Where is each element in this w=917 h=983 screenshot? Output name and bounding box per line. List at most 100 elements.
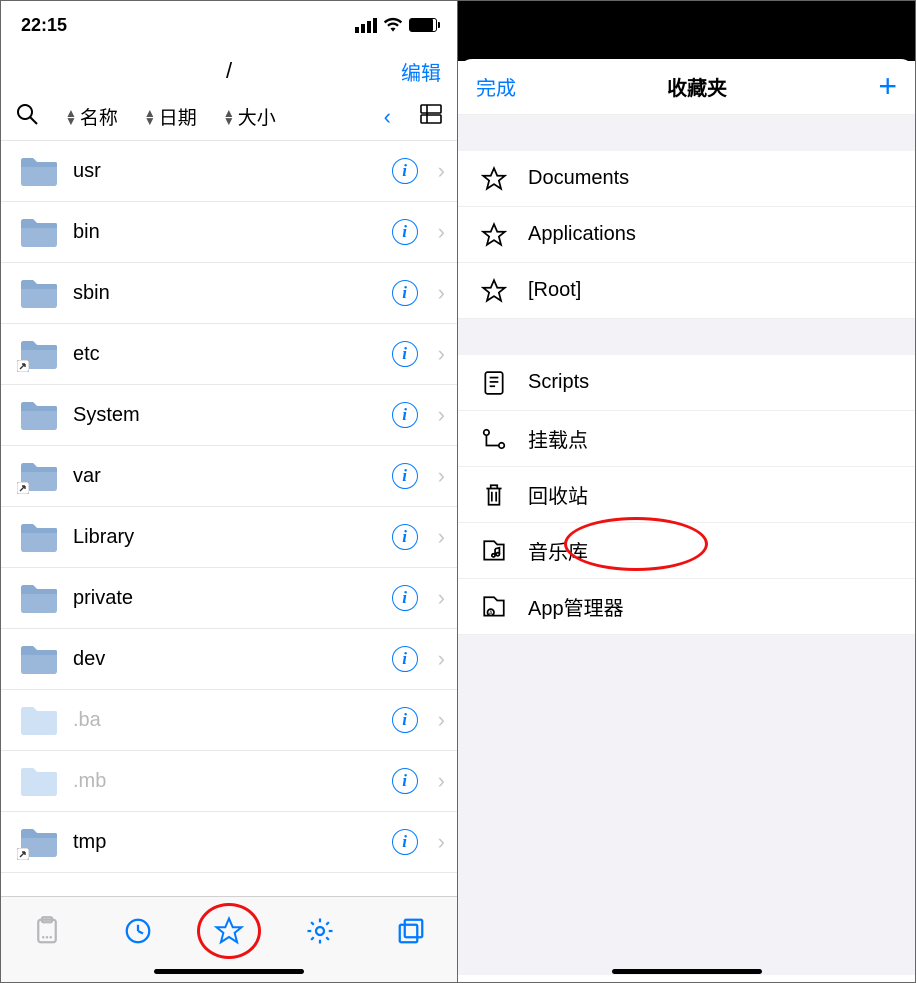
star-icon xyxy=(480,221,508,249)
search-button[interactable] xyxy=(15,102,39,131)
file-row[interactable]: usri › xyxy=(1,141,457,202)
sort-bar: ▲▼名称 ▲▼日期 ▲▼大小 ‹ xyxy=(1,93,457,141)
wifi-icon xyxy=(383,17,403,33)
sort-date-label: 日期 xyxy=(159,103,197,130)
left-phone-screen: 22:15 / 编辑 ▲▼名称 ▲▼日期 ▲▼大小 ‹ usri›bini›sb… xyxy=(0,0,458,983)
favorite-label: Scripts xyxy=(528,371,589,394)
file-row[interactable]: sbini › xyxy=(1,263,457,324)
favorite-label: App管理器 xyxy=(528,592,624,621)
star-icon xyxy=(480,277,508,305)
battery-icon xyxy=(409,18,437,32)
file-row[interactable]: .mbi› xyxy=(1,751,457,812)
favorites-group-2: Scripts挂载点回收站音乐库AApp管理器 xyxy=(458,355,915,635)
sort-date-button[interactable]: ▲▼日期 xyxy=(144,103,197,130)
info-button[interactable]: i xyxy=(392,829,418,855)
chevron-right-icon: › xyxy=(432,463,445,489)
file-row[interactable]: Systemi› xyxy=(1,385,457,446)
right-phone-screen: 完成 收藏夹 + DocumentsApplications[Root] Scr… xyxy=(458,0,916,983)
sort-name-button[interactable]: ▲▼名称 xyxy=(65,103,118,130)
info-button[interactable]: i xyxy=(392,341,418,367)
info-button[interactable]: i xyxy=(392,280,418,306)
add-button[interactable]: + xyxy=(878,68,897,105)
cellular-icon xyxy=(355,18,377,33)
clock-icon xyxy=(123,916,153,946)
file-row[interactable]: tmpi › xyxy=(1,812,457,873)
folder-icon xyxy=(19,521,59,553)
recent-button[interactable] xyxy=(118,911,158,951)
favorites-button[interactable] xyxy=(209,911,249,951)
favorite-row[interactable]: Applications xyxy=(458,207,915,263)
folder-icon xyxy=(19,155,59,187)
file-row[interactable]: bini › xyxy=(1,202,457,263)
file-row[interactable]: vari› xyxy=(1,446,457,507)
chevron-right-icon: › xyxy=(432,646,445,672)
folder-icon xyxy=(19,826,59,858)
view-mode-button[interactable] xyxy=(419,102,443,131)
clipboard-button[interactable] xyxy=(27,911,67,951)
info-button[interactable]: i xyxy=(392,158,418,184)
done-button[interactable]: 完成 xyxy=(476,72,516,101)
file-row[interactable]: privatei› xyxy=(1,568,457,629)
chevron-right-icon: › xyxy=(432,158,445,184)
file-row[interactable]: devi› xyxy=(1,629,457,690)
trash-icon xyxy=(480,481,508,509)
info-button[interactable]: i xyxy=(392,768,418,794)
favorites-sheet: 完成 收藏夹 + DocumentsApplications[Root] Scr… xyxy=(458,59,915,982)
star-icon xyxy=(480,165,508,193)
sort-size-label: 大小 xyxy=(238,103,276,130)
home-indicator[interactable] xyxy=(612,969,762,974)
favorite-row[interactable]: 挂载点 xyxy=(458,411,915,467)
favorite-label: [Root] xyxy=(528,279,581,302)
nav-bar: / 编辑 xyxy=(1,49,457,93)
folder-icon xyxy=(19,216,59,248)
chevron-right-icon: › xyxy=(432,219,445,245)
sort-size-button[interactable]: ▲▼大小 xyxy=(223,103,276,130)
favorite-row[interactable]: A App管理器 xyxy=(458,579,915,635)
chevron-right-icon: › xyxy=(432,524,445,550)
info-button[interactable]: i xyxy=(392,707,418,733)
file-row[interactable]: etci› xyxy=(1,324,457,385)
settings-button[interactable] xyxy=(300,911,340,951)
file-name: .ba xyxy=(73,709,378,732)
info-button[interactable]: i xyxy=(392,524,418,550)
favorite-label: 挂载点 xyxy=(528,424,588,453)
favorite-row[interactable]: [Root] xyxy=(458,263,915,319)
file-name: tmp xyxy=(73,831,378,854)
sheet-backdrop-top xyxy=(458,1,915,61)
appmgr-icon: A xyxy=(480,593,508,621)
favorite-row[interactable]: Documents xyxy=(458,151,915,207)
file-name: sbin xyxy=(73,282,378,305)
info-button[interactable]: i xyxy=(392,402,418,428)
favorite-row[interactable]: Scripts xyxy=(458,355,915,411)
windows-button[interactable] xyxy=(391,911,431,951)
chevron-right-icon: › xyxy=(432,829,445,855)
file-row[interactable]: Library i › xyxy=(1,507,457,568)
file-name: bin xyxy=(73,221,378,244)
edit-button[interactable]: 编辑 xyxy=(401,57,441,86)
file-name: etc xyxy=(73,343,378,366)
favorites-group-1: Documents Applications [Root] xyxy=(458,151,915,319)
file-name: Library xyxy=(73,526,378,549)
folder-icon xyxy=(19,460,59,492)
favorite-label: Applications xyxy=(528,223,636,246)
file-name: .mb xyxy=(73,770,378,793)
chevron-right-icon: › xyxy=(432,707,445,733)
favorite-label: 回收站 xyxy=(528,480,588,509)
folder-icon xyxy=(19,704,59,736)
favorite-row[interactable]: 回收站 xyxy=(458,467,915,523)
home-indicator[interactable] xyxy=(154,969,304,974)
chevron-right-icon: › xyxy=(432,280,445,306)
file-list[interactable]: usri›bini›sbini›etci›Systemi›vari›Librar… xyxy=(1,141,457,873)
sort-name-label: 名称 xyxy=(80,103,118,130)
folder-icon xyxy=(19,643,59,675)
favorite-label: Documents xyxy=(528,167,629,190)
info-button[interactable]: i xyxy=(392,463,418,489)
info-button[interactable]: i xyxy=(392,219,418,245)
file-row[interactable]: .ba i › xyxy=(1,690,457,751)
sort-back-button[interactable]: ‹ xyxy=(384,104,393,130)
info-button[interactable]: i xyxy=(392,585,418,611)
file-name: usr xyxy=(73,160,378,183)
info-button[interactable]: i xyxy=(392,646,418,672)
file-name: System xyxy=(73,404,378,427)
list-view-icon xyxy=(419,102,443,126)
